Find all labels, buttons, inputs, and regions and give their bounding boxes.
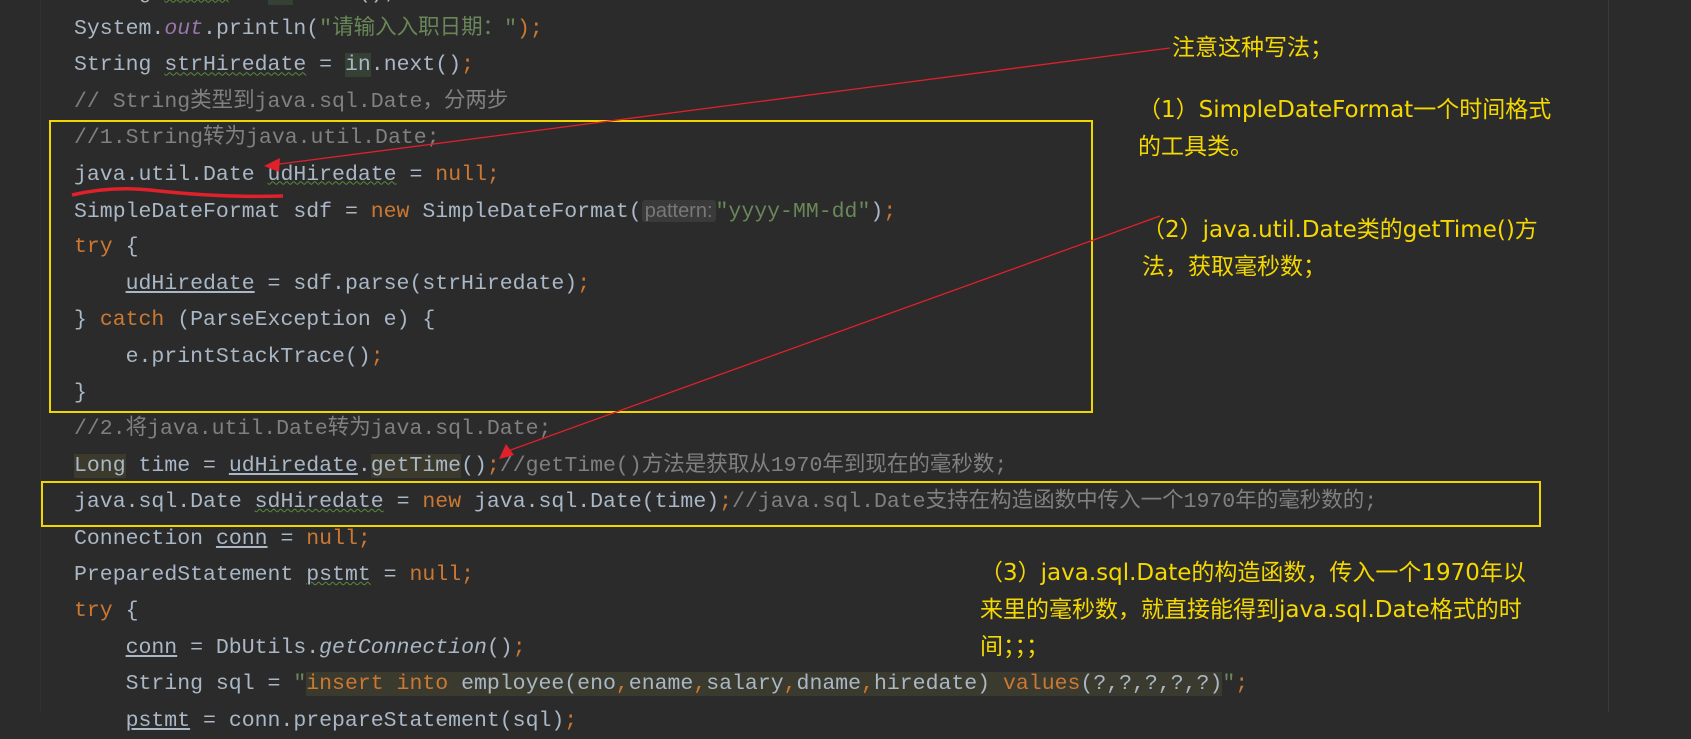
arrow-line-2 [504, 215, 1161, 453]
arrow-line-1 [271, 47, 1171, 166]
code-token: pstmt [125, 708, 191, 733]
code-editor[interactable]: String ename = in.next();System.out.prin… [0, 0, 1691, 733]
annotation-note-2: （2）java.util.Date类的getTime()方 法，获取毫秒数； [1142, 217, 1538, 280]
annotation-note-3: （3）java.sql.Date的构造函数，传入一个1970年以 来里的毫秒数，… [980, 560, 1526, 660]
arrow-head-1 [264, 158, 280, 172]
code-token: ; [564, 708, 578, 733]
annotation-note-main: 注意这种写法； [1172, 35, 1333, 61]
red-underline-mark [71, 187, 284, 199]
code-token: = conn.prepareStatement(sql) [190, 708, 565, 733]
annotation-note-1: （1）SimpleDateFormat一个时间格式 的工具类。 [1138, 97, 1552, 160]
arrow-head-2 [499, 444, 514, 459]
